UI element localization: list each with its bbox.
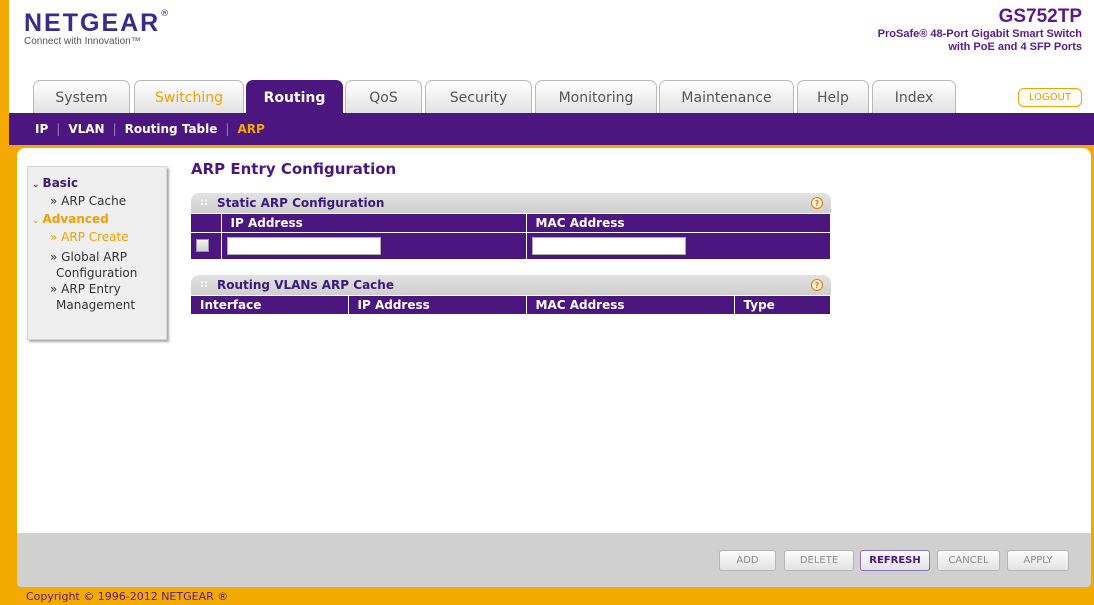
tab-monitoring[interactable]: Monitoring [535, 80, 657, 113]
nav-item-arp-entry-line2: Management [56, 298, 136, 312]
static-arp-panel-header: :: Static ARP Configuration ? [191, 193, 831, 213]
main-panel: ARP Entry Configuration :: Static ARP Co… [191, 160, 831, 314]
logout-button[interactable]: LOGOUT [1018, 88, 1082, 107]
tab-help[interactable]: Help [797, 80, 869, 113]
copyright: Copyright © 1996-2012 NETGEAR ® [26, 590, 229, 603]
tab-security[interactable]: Security [425, 80, 532, 113]
chevron-down-icon: ⌄ [32, 180, 40, 190]
nav-item-arp-entry[interactable]: » ARP Entry Management [28, 281, 166, 313]
arp-cache-panel: :: Routing VLANs ARP Cache ? Interface I… [191, 274, 831, 314]
subnav-ip[interactable]: IP [35, 122, 48, 136]
nav-item-arp-entry-line1: » ARP Entry [50, 282, 121, 296]
sub-navigation: IP | VLAN | Routing Table | ARP [9, 113, 1094, 145]
refresh-button[interactable]: REFRESH [860, 550, 930, 571]
product-model: GS752TP [998, 6, 1082, 27]
mac-address-input[interactable] [531, 236, 686, 255]
nav-item-global-arp[interactable]: » Global ARP Configuration [28, 249, 166, 281]
nav-item-arp-cache[interactable]: » ARP Cache [28, 193, 166, 209]
subnav-separator: | [112, 122, 117, 136]
ip-cell [221, 232, 527, 259]
arp-cache-panel-header: :: Routing VLANs ARP Cache ? [191, 274, 831, 295]
grip-icon: :: [200, 278, 208, 290]
product-info: GS752TP ProSafe® 48-Port Gigabit Smart S… [878, 6, 1082, 54]
action-bar: ADD DELETE REFRESH CANCEL APPLY [17, 533, 1091, 587]
header: NETGEAR® Connect with Innovation™ GS752T… [9, 0, 1094, 125]
logo-registered-mark: ® [160, 9, 170, 19]
nav-section-basic[interactable]: ⌄ Basic [28, 173, 166, 193]
ip-address-input[interactable] [226, 236, 381, 255]
nav-item-arp-create[interactable]: » ARP Create [28, 229, 166, 245]
mac-cell [526, 232, 831, 259]
column-header-interface: Interface [191, 294, 349, 314]
cancel-button[interactable]: CANCEL [937, 550, 1000, 571]
static-arp-panel-title: Static ARP Configuration [217, 196, 385, 210]
add-button[interactable]: ADD [719, 550, 776, 571]
product-desc-line2: with PoE and 4 SFP Ports [948, 41, 1082, 53]
apply-button[interactable]: APPLY [1007, 550, 1069, 571]
static-arp-panel: :: Static ARP Configuration ? IP Address… [191, 193, 831, 259]
left-navigation: ⌄ Basic » ARP Cache ⌄ Advanced » ARP Creat… [27, 166, 167, 340]
tab-system[interactable]: System [33, 80, 130, 113]
static-arp-table: IP Address MAC Address [191, 213, 831, 259]
nav-item-global-arp-line2: Configuration [56, 266, 138, 280]
delete-button[interactable]: DELETE [784, 550, 854, 571]
chevron-down-icon: ⌄ [32, 216, 40, 226]
subnav-arp[interactable]: ARP [237, 122, 264, 136]
nav-item-global-arp-line1: » Global ARP [50, 250, 128, 264]
select-cell [191, 232, 222, 259]
help-icon[interactable]: ? [811, 197, 823, 209]
page-title: ARP Entry Configuration [191, 160, 397, 178]
help-icon[interactable]: ? [811, 278, 823, 291]
select-checkbox[interactable] [196, 239, 209, 253]
tab-switching[interactable]: Switching [134, 80, 244, 113]
tab-index[interactable]: Index [872, 80, 956, 113]
netgear-logo: NETGEAR® Connect with Innovation™ [24, 9, 169, 47]
subnav-routing-table[interactable]: Routing Table [125, 122, 218, 136]
logo-word: NETGEAR [24, 9, 161, 37]
column-header-ip-address: IP Address [221, 213, 527, 233]
subnav-vlan[interactable]: VLAN [68, 122, 104, 136]
content-area: ⌄ Basic » ARP Cache ⌄ Advanced » ARP Creat… [17, 148, 1091, 564]
nav-section-advanced[interactable]: ⌄ Advanced [28, 209, 166, 229]
column-header-mac-address: MAC Address [526, 213, 831, 233]
subnav-separator: | [56, 122, 61, 136]
arp-cache-table: Interface IP Address MAC Address Type [191, 294, 831, 314]
column-header-select [191, 213, 222, 233]
tab-routing[interactable]: Routing [246, 80, 343, 113]
arp-cache-panel-title: Routing VLANs ARP Cache [217, 277, 394, 292]
column-header-ip-address: IP Address [348, 294, 527, 314]
grip-icon: :: [200, 197, 208, 208]
column-header-mac-address: MAC Address [526, 294, 735, 314]
tab-maintenance[interactable]: Maintenance [659, 80, 794, 113]
nav-section-advanced-label: Advanced [42, 212, 109, 226]
column-header-type: Type [734, 294, 831, 314]
tab-qos[interactable]: QoS [345, 80, 422, 113]
product-desc-line1: ProSafe® 48-Port Gigabit Smart Switch [877, 28, 1082, 40]
nav-section-basic-label: Basic [42, 176, 79, 190]
subnav-separator: | [225, 122, 230, 136]
table-row [191, 232, 831, 259]
